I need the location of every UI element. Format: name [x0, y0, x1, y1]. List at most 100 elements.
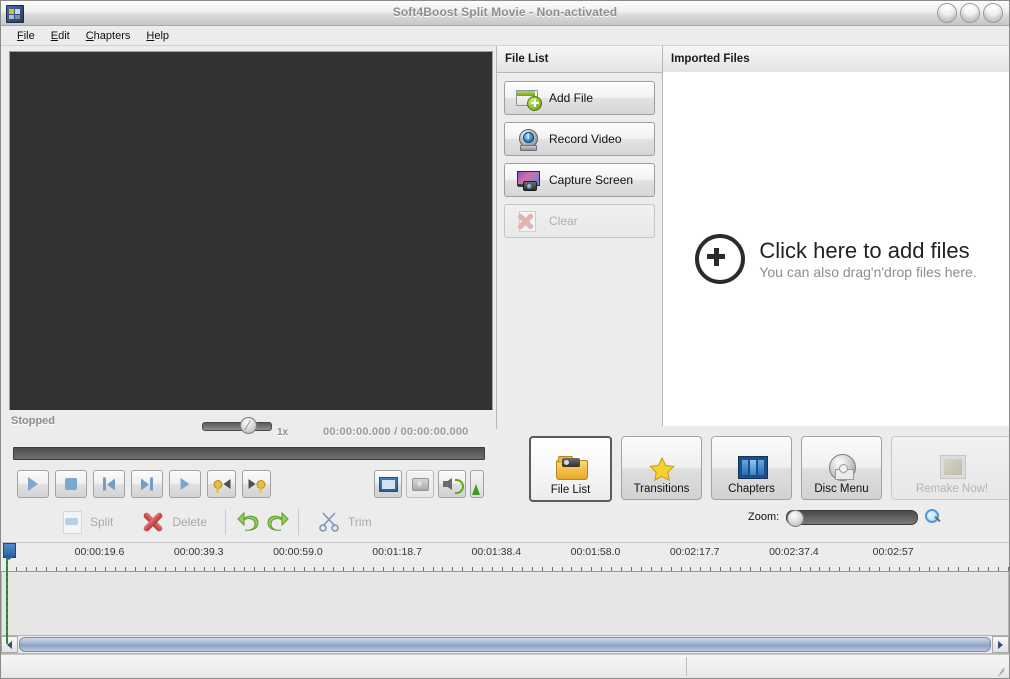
- ruler-tick: [442, 567, 443, 571]
- tab-disc-menu[interactable]: Disc Menu: [801, 436, 882, 500]
- ruler-tick: [234, 567, 235, 571]
- ruler-tick: [800, 567, 801, 571]
- play-button[interactable]: [17, 470, 49, 498]
- scroll-left-button[interactable]: [1, 636, 18, 653]
- ruler-tick: [829, 567, 830, 571]
- tab-strip: File List Transitions Chapters: [498, 426, 1009, 539]
- split-icon: [61, 510, 83, 534]
- stop-button[interactable]: [55, 470, 87, 498]
- capture-screen-icon: [515, 168, 541, 192]
- redo-button[interactable]: [262, 510, 290, 534]
- horizontal-scrollbar[interactable]: [1, 635, 1009, 654]
- zoom-slider[interactable]: [786, 510, 918, 525]
- ruler-tick: [760, 567, 761, 571]
- menu-help[interactable]: Help: [138, 28, 177, 44]
- chevron-right-icon: [181, 478, 190, 490]
- tab-chapters[interactable]: Chapters: [711, 436, 792, 500]
- menu-chapters[interactable]: Chapters: [78, 28, 139, 44]
- undo-button[interactable]: [234, 510, 262, 534]
- timeline-track-area[interactable]: [1, 572, 1009, 644]
- tab-transitions[interactable]: Transitions: [621, 436, 702, 500]
- arrow-right-icon: [998, 641, 1003, 649]
- playhead-handle[interactable]: [3, 543, 16, 558]
- speed-slider[interactable]: [202, 422, 272, 431]
- scroll-right-button[interactable]: [992, 636, 1009, 653]
- ruler-tick: [909, 567, 910, 571]
- ruler-tick: [998, 567, 999, 571]
- maximize-button[interactable]: [960, 3, 980, 23]
- capture-screen-button[interactable]: Capture Screen: [504, 163, 655, 197]
- film-strip-icon: [735, 451, 769, 481]
- add-file-button[interactable]: Add File: [504, 81, 655, 115]
- scrollbar-thumb[interactable]: [19, 637, 991, 652]
- title-bar: Soft4Boost Split Movie - Non-activated: [1, 1, 1009, 26]
- ruler-tick: [304, 567, 305, 571]
- ruler-tick: [978, 567, 979, 571]
- record-video-icon: [515, 127, 541, 151]
- ruler-tick: [26, 567, 27, 571]
- volume-slider[interactable]: [470, 470, 484, 498]
- ruler-tick: [333, 567, 334, 571]
- ruler-tick: [214, 567, 215, 571]
- previous-frame-button[interactable]: [93, 470, 125, 498]
- ruler-tick: [492, 567, 493, 571]
- fullscreen-icon: [379, 477, 398, 492]
- file-list-panel: File List Add File Record Video: [496, 46, 662, 429]
- camera-icon: [412, 478, 429, 491]
- ruler-tick: [849, 567, 850, 571]
- ruler-tick: [403, 567, 404, 571]
- ruler-tick: [323, 567, 324, 571]
- timeline-ruler[interactable]: 00:00:19.600:00:39.300:00:59.000:01:18.7…: [1, 543, 1009, 572]
- ruler-tick: [889, 567, 890, 571]
- ruler-tick: [482, 567, 483, 571]
- ruler-label: 00:02:57: [873, 546, 914, 558]
- ruler-tick: [363, 567, 364, 571]
- ruler-tick: [105, 567, 106, 571]
- ruler-tick: [75, 567, 76, 571]
- record-video-button[interactable]: Record Video: [504, 122, 655, 156]
- record-video-label: Record Video: [549, 132, 622, 146]
- menu-edit[interactable]: Edit: [43, 28, 78, 44]
- speed-label: 1x: [277, 427, 288, 438]
- stop-icon: [65, 478, 77, 490]
- volume-button[interactable]: [438, 470, 466, 498]
- ruler-tick: [56, 567, 57, 571]
- video-preview[interactable]: [9, 51, 493, 411]
- ruler-tick: [938, 567, 939, 571]
- timeline: 00:00:19.600:00:39.300:00:59.000:01:18.7…: [1, 542, 1009, 644]
- seek-bar[interactable]: [13, 447, 485, 460]
- magnifier-icon[interactable]: [925, 509, 941, 525]
- next-frame-button[interactable]: [131, 470, 163, 498]
- ruler-tick: [353, 567, 354, 571]
- ruler-tick: [690, 567, 691, 571]
- previous-marker-button[interactable]: [207, 470, 236, 498]
- tab-remake-now: Remake Now!: [891, 436, 1010, 500]
- zoom-slider-handle[interactable]: [787, 510, 804, 527]
- trim-label: Trim: [348, 515, 372, 529]
- ruler-tick: [165, 567, 166, 571]
- ruler-tick: [254, 567, 255, 571]
- ruler-tick: [859, 567, 860, 571]
- minimize-button[interactable]: [937, 3, 957, 23]
- forward-button[interactable]: [169, 470, 201, 498]
- menu-file[interactable]: File: [9, 28, 43, 44]
- close-button[interactable]: [983, 3, 1003, 23]
- file-list-buttons: Add File Record Video Capture Screen: [497, 73, 662, 238]
- drop-zone[interactable]: Click here to add files You can also dra…: [662, 72, 1009, 429]
- ruler-label: 00:02:17.7: [670, 546, 720, 558]
- ruler-tick: [730, 567, 731, 571]
- fullscreen-button[interactable]: [374, 470, 402, 498]
- ruler-tick: [720, 567, 721, 571]
- next-marker-button[interactable]: [242, 470, 271, 498]
- tab-file-list[interactable]: File List: [529, 436, 612, 502]
- drop-zone-content: Click here to add files You can also dra…: [663, 234, 1009, 284]
- ruler-tick: [472, 567, 473, 571]
- ruler-tick: [869, 567, 870, 571]
- ruler-tick: [790, 567, 791, 571]
- edit-toolbar: Split Delete: [1, 504, 496, 539]
- speed-slider-handle[interactable]: [240, 417, 257, 434]
- ruler-label: 00:00:39.3: [174, 546, 224, 558]
- ruler-tick: [393, 567, 394, 571]
- resize-grip[interactable]: [995, 664, 1007, 676]
- ruler-tick: [591, 567, 592, 571]
